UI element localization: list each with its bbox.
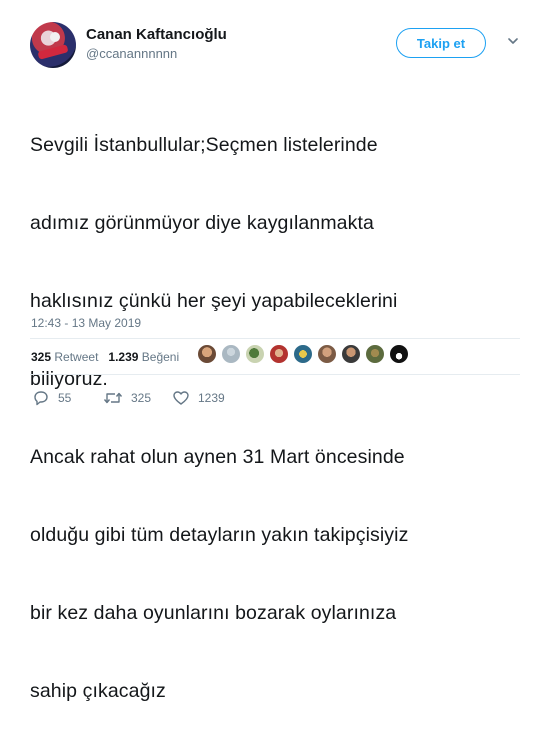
tweet-line: bir kez daha oyunlarını bozarak oylarını… (30, 602, 397, 624)
tweet-line: Sevgili İstanbullular;Seçmen listelerind… (30, 134, 378, 156)
tweet-line: sahip çıkacağız (30, 680, 166, 702)
tweet-actions: 55 325 1239 (30, 390, 330, 410)
avatar[interactable] (365, 344, 385, 364)
tweet-line: Ancak rahat olun aynen 31 Mart öncesinde (30, 446, 405, 468)
divider (30, 338, 520, 339)
retweet-action-count: 325 (131, 391, 152, 405)
avatar[interactable] (341, 344, 361, 364)
like-count: 1.239 (108, 350, 139, 364)
like-stat[interactable]: 1.239 Beğeni (108, 350, 179, 364)
tweet-timestamp[interactable]: 12:43 - 13 May 2019 (31, 316, 141, 330)
tweet-line: olduğu gibi tüm detayların yakın takipçi… (30, 524, 409, 546)
retweet-icon (103, 392, 123, 404)
tweet-line: adımız görünmüyor diye kaygılanmakta (30, 212, 374, 234)
reply-count: 55 (58, 391, 72, 405)
avatar[interactable] (317, 344, 337, 364)
divider (30, 374, 520, 375)
tweet-card: Canan Kaftancıoğlu @ccanannnnnn Takip et… (0, 0, 550, 702)
heart-icon (173, 391, 189, 405)
avatar[interactable] (197, 344, 217, 364)
avatar[interactable] (293, 344, 313, 364)
avatar[interactable] (30, 22, 76, 68)
reply-icon (34, 391, 48, 406)
retweet-count: 325 (31, 350, 52, 364)
avatar[interactable] (389, 344, 409, 364)
avatar[interactable] (221, 344, 241, 364)
author-handle[interactable]: @ccanannnnnn (86, 46, 177, 61)
reply-button[interactable]: 55 (32, 390, 71, 406)
author-name[interactable]: Canan Kaftancıoğlu (86, 26, 227, 43)
like-label: Beğeni (141, 350, 180, 364)
avatar[interactable] (269, 344, 289, 364)
avatar[interactable] (245, 344, 265, 364)
retweet-stat[interactable]: 325 Retweet (31, 350, 98, 364)
engagement-stats: 325 Retweet 1.239 Beğeni (31, 350, 179, 364)
chevron-down-icon[interactable] (506, 34, 520, 48)
tweet-line: haklısınız çünkü her şeyi yapabilecekler… (30, 290, 398, 312)
tweet-header: Canan Kaftancıoğlu @ccanannnnnn Takip et (30, 22, 530, 72)
tweet-text: Sevgili İstanbullular;Seçmen listelerind… (30, 80, 530, 756)
retweet-button[interactable]: 325 (103, 390, 151, 406)
retweet-label: Retweet (54, 350, 99, 364)
like-action-count: 1239 (198, 391, 225, 405)
liker-avatars (197, 344, 409, 364)
tweet-line: biliyoruz. (30, 368, 108, 390)
like-button[interactable]: 1239 (172, 390, 225, 406)
follow-button[interactable]: Takip et (396, 28, 486, 58)
